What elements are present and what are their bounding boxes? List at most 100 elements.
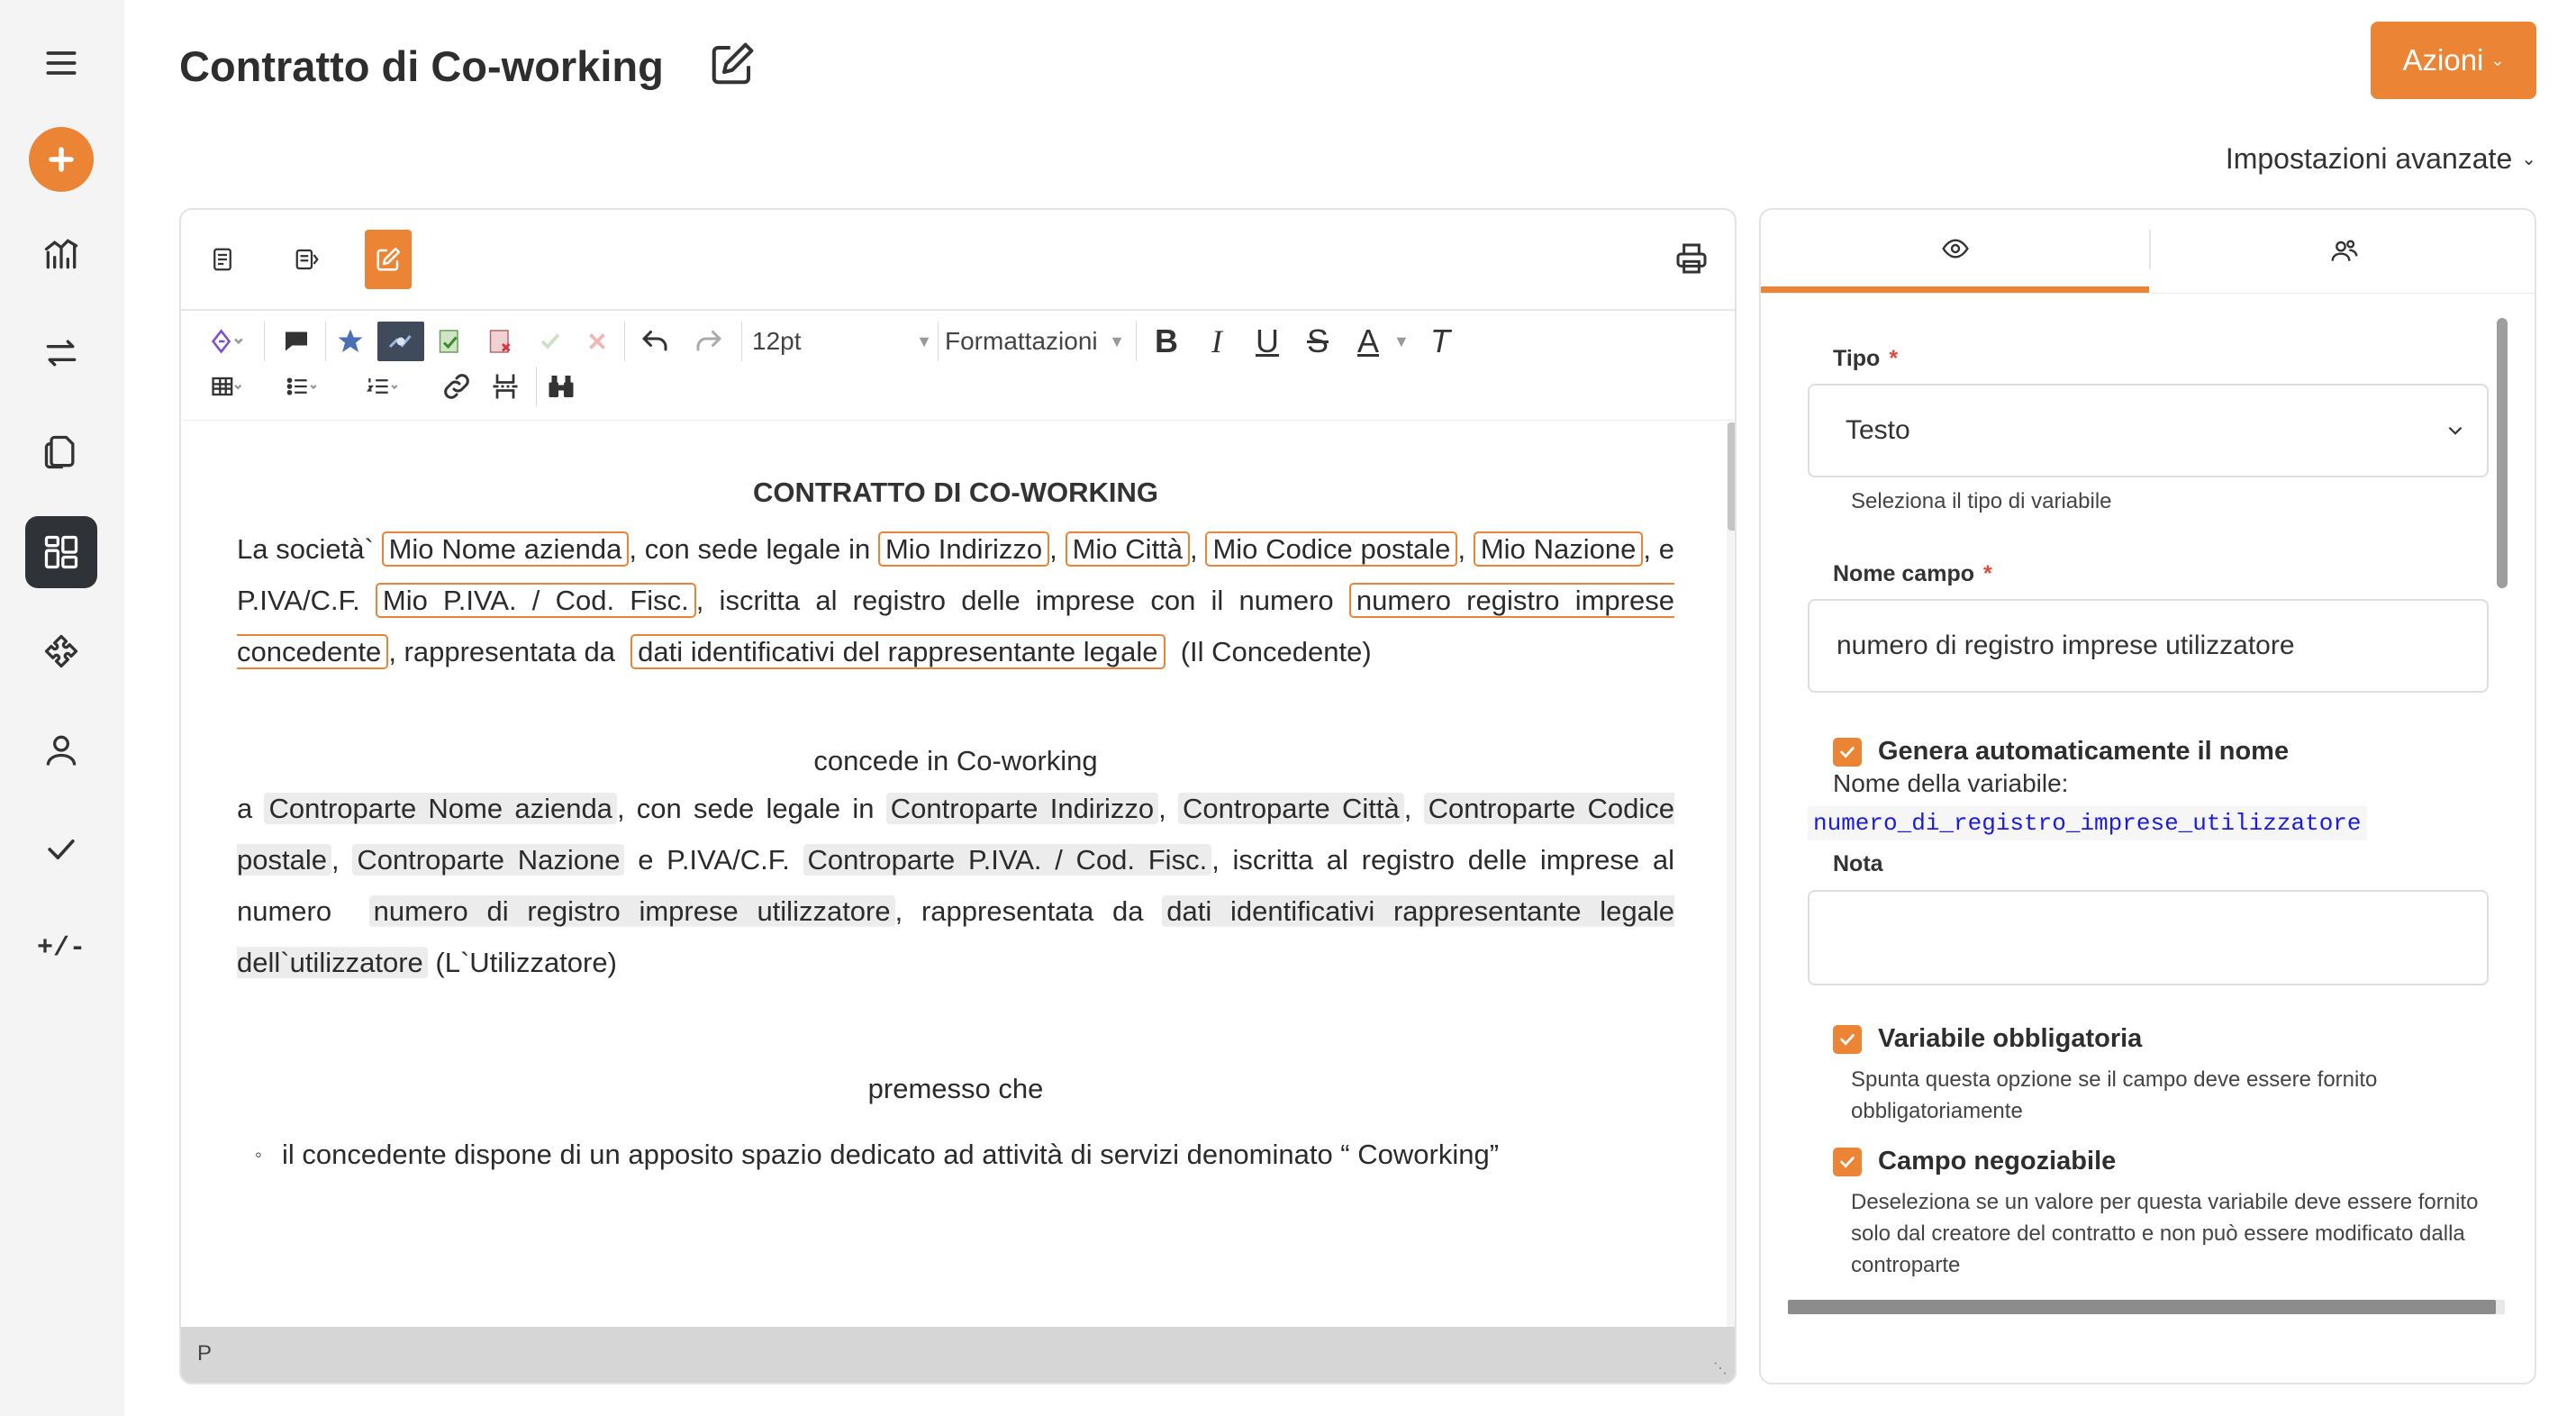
checkbox-checked-icon[interactable] <box>1833 1147 1862 1176</box>
document-title: CONTRATTO DI CO-WORKING <box>752 477 1159 508</box>
panel-scrollbar[interactable] <box>2497 318 2508 588</box>
user-icon[interactable] <box>25 714 97 786</box>
checkbox-checked-icon[interactable] <box>1833 737 1862 767</box>
type-help: Seleziona il tipo di variabile <box>1851 489 2112 513</box>
puzzle-icon[interactable] <box>25 615 97 687</box>
swap-icon[interactable] <box>25 317 97 389</box>
variable-insert-icon[interactable] <box>199 322 255 361</box>
variable-own[interactable]: Mio Indirizzo <box>877 531 1050 567</box>
strikethrough-button[interactable]: S <box>1300 320 1336 363</box>
comment-icon[interactable] <box>277 322 316 361</box>
tab-preview[interactable] <box>1761 210 2149 293</box>
undo-icon[interactable] <box>631 322 678 361</box>
variable-own[interactable]: Mio Codice postale <box>1205 531 1458 567</box>
variable-counterparty[interactable]: numero di registro imprese utilizzatore <box>368 895 895 927</box>
negotiable-checkbox[interactable]: Campo negoziabile <box>1833 1147 2116 1176</box>
variable-counterparty[interactable]: Controparte Nome azienda <box>264 793 617 824</box>
track-changes-icon[interactable] <box>331 322 370 361</box>
print-icon[interactable] <box>1673 241 1710 277</box>
mandatory-checkbox[interactable]: Variabile obbligatoria <box>1833 1024 2142 1054</box>
text: , <box>1049 533 1057 565</box>
paragraph-concedente: La società` Mio Nome azienda, con sede l… <box>237 523 1674 677</box>
document-editor: 12pt ▼ Formattazioni ▼ B I U S A ▼ T CON… <box>179 208 1737 1384</box>
reject-change-icon[interactable] <box>480 322 520 361</box>
page-break-icon[interactable] <box>485 367 525 406</box>
variable-own[interactable]: Mio Nazione <box>1473 531 1644 567</box>
advanced-settings-label: Impostazioni avanzate <box>2225 142 2513 175</box>
advanced-settings-toggle[interactable]: Impostazioni avanzate ⌄ <box>2226 142 2536 176</box>
field-name-label: Nome campo * <box>1833 561 1992 586</box>
variable-counterparty[interactable]: Controparte Città <box>1178 793 1404 824</box>
italic-button[interactable]: I <box>1199 320 1235 363</box>
element-path: P <box>197 1341 213 1366</box>
auto-name-label: Genera automaticamente il nome <box>1878 737 2290 766</box>
chart-icon[interactable] <box>25 218 97 290</box>
diff-icon[interactable]: +/- <box>25 912 97 985</box>
variable-counterparty[interactable]: Controparte P.IVA. / Cod. Fisc. <box>803 844 1212 876</box>
field-name-input[interactable]: numero di registro imprese utilizzatore <box>1808 599 2489 693</box>
text: il concedente dispone di un apposito spa… <box>282 1139 1500 1170</box>
check-icon[interactable] <box>25 813 97 885</box>
formats-select[interactable]: Formattazioni ▼ <box>945 323 1125 359</box>
accept-all-icon[interactable] <box>531 322 570 361</box>
users-icon <box>2331 240 2358 261</box>
chevron-down-icon <box>2448 426 2463 435</box>
panel-horizontal-scrollbar[interactable] <box>1788 1300 2505 1314</box>
note-label: Nota <box>1833 851 1883 876</box>
text: , <box>1190 533 1198 565</box>
font-size-select[interactable]: 12pt ▼ <box>752 323 932 359</box>
find-replace-icon[interactable] <box>541 367 581 406</box>
negotiable-label: Campo negoziabile <box>1878 1147 2117 1175</box>
numbered-list-icon[interactable] <box>350 367 415 406</box>
type-label: Tipo * <box>1833 346 1899 371</box>
menu-icon[interactable] <box>25 27 97 99</box>
resize-handle-icon[interactable]: ⋱ <box>1713 1359 1728 1377</box>
table-icon[interactable] <box>199 367 255 406</box>
text: , <box>331 844 340 876</box>
variable-own[interactable]: Mio P.IVA. / Cod. Fisc. <box>375 583 696 618</box>
actions-button[interactable]: Azioni ⌄ <box>2371 22 2536 99</box>
reject-all-icon[interactable] <box>577 322 617 361</box>
underline-button[interactable]: U <box>1249 320 1285 363</box>
link-icon[interactable] <box>437 367 476 406</box>
type-select[interactable]: Testo <box>1808 384 2489 477</box>
negotiable-help: Deseleziona se un valore per questa vari… <box>1851 1190 2479 1277</box>
formats-label: Formattazioni <box>945 327 1098 355</box>
caret-down-icon: ▼ <box>916 331 932 350</box>
documents-icon[interactable] <box>25 416 97 488</box>
eye-icon <box>1941 238 1969 259</box>
edit-title-icon[interactable] <box>708 40 757 88</box>
note-textarea[interactable] <box>1808 890 2489 985</box>
variable-own[interactable]: Mio Città <box>1065 531 1191 567</box>
text: , iscritta al registro delle imprese con… <box>695 585 1334 616</box>
templates-icon[interactable] <box>25 516 97 588</box>
redo-icon[interactable] <box>685 322 732 361</box>
bullet-circle-icon: ◦ <box>255 1143 262 1166</box>
document-view-icon[interactable] <box>199 230 246 289</box>
edit-mode-button[interactable] <box>365 230 412 289</box>
variable-own[interactable]: dati identificativi del rappresentante l… <box>630 634 1166 669</box>
tab-users[interactable] <box>2151 210 2535 293</box>
accept-change-icon[interactable] <box>430 322 469 361</box>
variable-counterparty[interactable]: Controparte Nazione <box>352 844 625 876</box>
text: (L`Utilizzatore) <box>435 947 617 978</box>
auto-name-checkbox[interactable]: Genera automaticamente il nome <box>1833 737 2289 767</box>
document-scrollbar[interactable] <box>1727 422 1735 1330</box>
text: , con sede legale in <box>616 793 875 824</box>
document-body[interactable]: CONTRATTO DI CO-WORKING La società` Mio … <box>181 422 1727 1330</box>
variable-settings-panel: Tipo * Testo Seleziona il tipo di variabi… <box>1759 208 2536 1384</box>
code-view-icon[interactable] <box>284 230 331 289</box>
rich-text-toolbar: 12pt ▼ Formattazioni ▼ B I U S A ▼ T <box>183 311 1735 421</box>
variable-own[interactable]: Mio Nome azienda <box>381 531 630 567</box>
show-changes-button[interactable] <box>377 322 424 361</box>
font-color-button[interactable]: A <box>1350 320 1386 363</box>
bold-button[interactable]: B <box>1148 320 1184 363</box>
clear-format-button[interactable]: T <box>1422 320 1458 363</box>
add-button[interactable] <box>29 127 94 192</box>
variable-counterparty[interactable]: Controparte Indirizzo <box>885 793 1159 824</box>
diff-label: +/- <box>36 933 86 964</box>
bullet-list-icon[interactable] <box>269 367 334 406</box>
type-value: Testo <box>1846 415 1910 445</box>
caret-down-icon[interactable]: ▼ <box>1393 332 1410 351</box>
checkbox-checked-icon[interactable] <box>1833 1024 1862 1054</box>
